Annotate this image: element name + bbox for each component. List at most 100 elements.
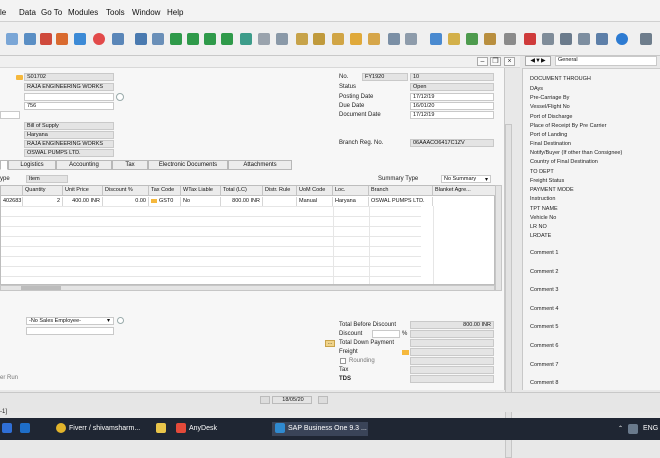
relationship-icon[interactable] — [332, 33, 344, 45]
previous-record-icon[interactable] — [187, 33, 199, 45]
branch-reg-field[interactable]: 06AAACO6417C1ZV — [410, 139, 494, 147]
document-number-field[interactable]: 10 — [410, 73, 494, 81]
table-cell[interactable]: Manual — [297, 197, 333, 206]
state-field[interactable]: Haryana — [24, 131, 114, 139]
currency-field[interactable] — [0, 111, 20, 119]
messages-icon[interactable] — [560, 33, 572, 45]
tab-electronic-documents[interactable]: Electronic Documents — [148, 160, 228, 170]
tab-logistics[interactable]: Logistics — [8, 160, 56, 170]
sales-employee-select[interactable]: -No Sales Employee- — [26, 317, 114, 325]
note-icon[interactable] — [448, 33, 460, 45]
link-arrow-icon[interactable] — [151, 199, 157, 203]
tab-tax[interactable]: Tax — [112, 160, 148, 170]
table-cell[interactable]: No — [181, 197, 221, 206]
table-cell[interactable]: 800.00 INR — [221, 197, 263, 206]
export-icon[interactable] — [56, 33, 68, 45]
series-field[interactable]: FY1920 — [362, 73, 408, 81]
column-header[interactable]: Distr. Rule — [263, 186, 297, 196]
vendor-ref-field[interactable]: 756 — [24, 102, 114, 110]
outlook-taskbar-button[interactable] — [20, 422, 33, 436]
pdf-icon[interactable] — [40, 33, 52, 45]
edit-icon[interactable] — [430, 33, 442, 45]
name-line3-field[interactable]: OSWAL PUMPS LTD. — [24, 149, 114, 157]
table-cell[interactable]: 402683 — [1, 197, 23, 206]
discount-percent-field[interactable] — [372, 330, 400, 338]
info-icon[interactable] — [116, 93, 124, 101]
copy-icon[interactable] — [135, 33, 147, 45]
column-header[interactable]: Tax Code — [149, 186, 181, 196]
status-field[interactable]: Open — [410, 83, 494, 91]
menu-modules[interactable]: Modules — [68, 8, 98, 17]
anydesk-taskbar-button[interactable]: AnyDesk — [176, 422, 217, 436]
due-date-field[interactable]: 16/01/20 — [410, 102, 494, 110]
column-header[interactable]: Unit Price — [63, 186, 103, 196]
base-document-icon[interactable] — [296, 33, 308, 45]
drag-relate-icon[interactable] — [578, 33, 590, 45]
column-header[interactable]: Quantity — [23, 186, 63, 196]
minimize-button[interactable]: – — [477, 57, 488, 66]
discount-amount-field[interactable] — [410, 330, 494, 338]
table-cell[interactable]: 400.00 INR — [63, 197, 103, 206]
column-header[interactable]: Discount % — [103, 186, 149, 196]
column-header[interactable] — [1, 186, 23, 196]
panel-nav-arrows[interactable]: ◀▼▶ — [525, 56, 551, 66]
table-cell[interactable]: 0.00 — [103, 197, 149, 206]
paste-icon[interactable] — [152, 33, 164, 45]
table-cell[interactable] — [263, 197, 297, 206]
table-cell[interactable]: 2 — [23, 197, 63, 206]
tab-attachments[interactable]: Attachments — [228, 160, 292, 170]
approve-icon[interactable] — [466, 33, 478, 45]
document-kind-field[interactable]: Bill of Supply — [24, 122, 114, 130]
sap-taskbar-button[interactable]: SAP Business One 9.3 ... — [272, 422, 368, 436]
vendor-code-field[interactable]: S01702 — [24, 73, 114, 81]
column-header[interactable]: WTax Liable — [181, 186, 221, 196]
language-indicator[interactable]: ENG — [643, 422, 658, 436]
alert-icon[interactable] — [524, 33, 536, 45]
link-arrow-icon[interactable] — [402, 350, 409, 355]
tray-arrow-icon[interactable]: ⌃ — [618, 422, 623, 436]
start-button[interactable] — [2, 422, 15, 436]
chrome-taskbar-button[interactable]: Fiverr / shivamsharm... — [56, 422, 140, 436]
summary-type-select[interactable]: No Summary — [441, 175, 491, 183]
menu-help[interactable]: Help — [167, 8, 183, 17]
column-header[interactable]: Total (LC) — [221, 186, 263, 196]
tab-accounting[interactable]: Accounting — [56, 160, 112, 170]
close-button[interactable]: × — [504, 57, 515, 66]
tab-contents[interactable] — [0, 160, 8, 170]
document-date-field[interactable]: 17/12/19 — [410, 111, 494, 119]
email-icon[interactable] — [74, 33, 86, 45]
sort-icon[interactable] — [276, 33, 288, 45]
filter-icon[interactable] — [258, 33, 270, 45]
vendor-name-field[interactable]: RAJA ENGINEERING WORKS — [24, 83, 114, 91]
item-type-field[interactable]: Item — [26, 175, 68, 183]
column-header[interactable]: Blanket Agre... — [433, 186, 496, 196]
calendar-icon[interactable] — [504, 33, 516, 45]
first-record-icon[interactable] — [170, 33, 182, 45]
info-icon[interactable] — [117, 317, 124, 324]
udf-category-select[interactable]: General — [555, 56, 657, 66]
help-icon[interactable] — [616, 33, 628, 45]
name-line2-field[interactable]: RAJA ENGINEERING WORKS — [24, 140, 114, 148]
rounding-checkbox[interactable] — [340, 358, 346, 364]
explorer-taskbar-button[interactable] — [156, 422, 169, 436]
chevron-down-icon[interactable]: ▾ — [485, 176, 488, 183]
column-header[interactable]: Branch — [369, 186, 433, 196]
contact-person-field[interactable] — [24, 93, 114, 101]
print-icon[interactable] — [24, 33, 36, 45]
layout-icon[interactable] — [388, 33, 400, 45]
table-cell[interactable] — [433, 197, 496, 206]
calculator-icon[interactable] — [542, 33, 554, 45]
table-cell[interactable]: OSWAL PUMPS LTD. — [369, 197, 433, 206]
users-icon[interactable] — [596, 33, 608, 45]
owner-field[interactable] — [26, 327, 114, 335]
target-document-icon[interactable] — [313, 33, 325, 45]
menu-file[interactable]: le — [0, 8, 6, 17]
menu-data[interactable]: Data — [19, 8, 36, 17]
menu-goto[interactable]: Go To — [41, 8, 62, 17]
restore-button[interactable]: ❐ — [490, 57, 501, 66]
add-icon[interactable] — [112, 33, 124, 45]
journal-icon[interactable] — [368, 33, 380, 45]
vertical-scrollbar[interactable] — [495, 185, 502, 291]
attach-icon[interactable] — [484, 33, 496, 45]
next-record-icon[interactable] — [204, 33, 216, 45]
